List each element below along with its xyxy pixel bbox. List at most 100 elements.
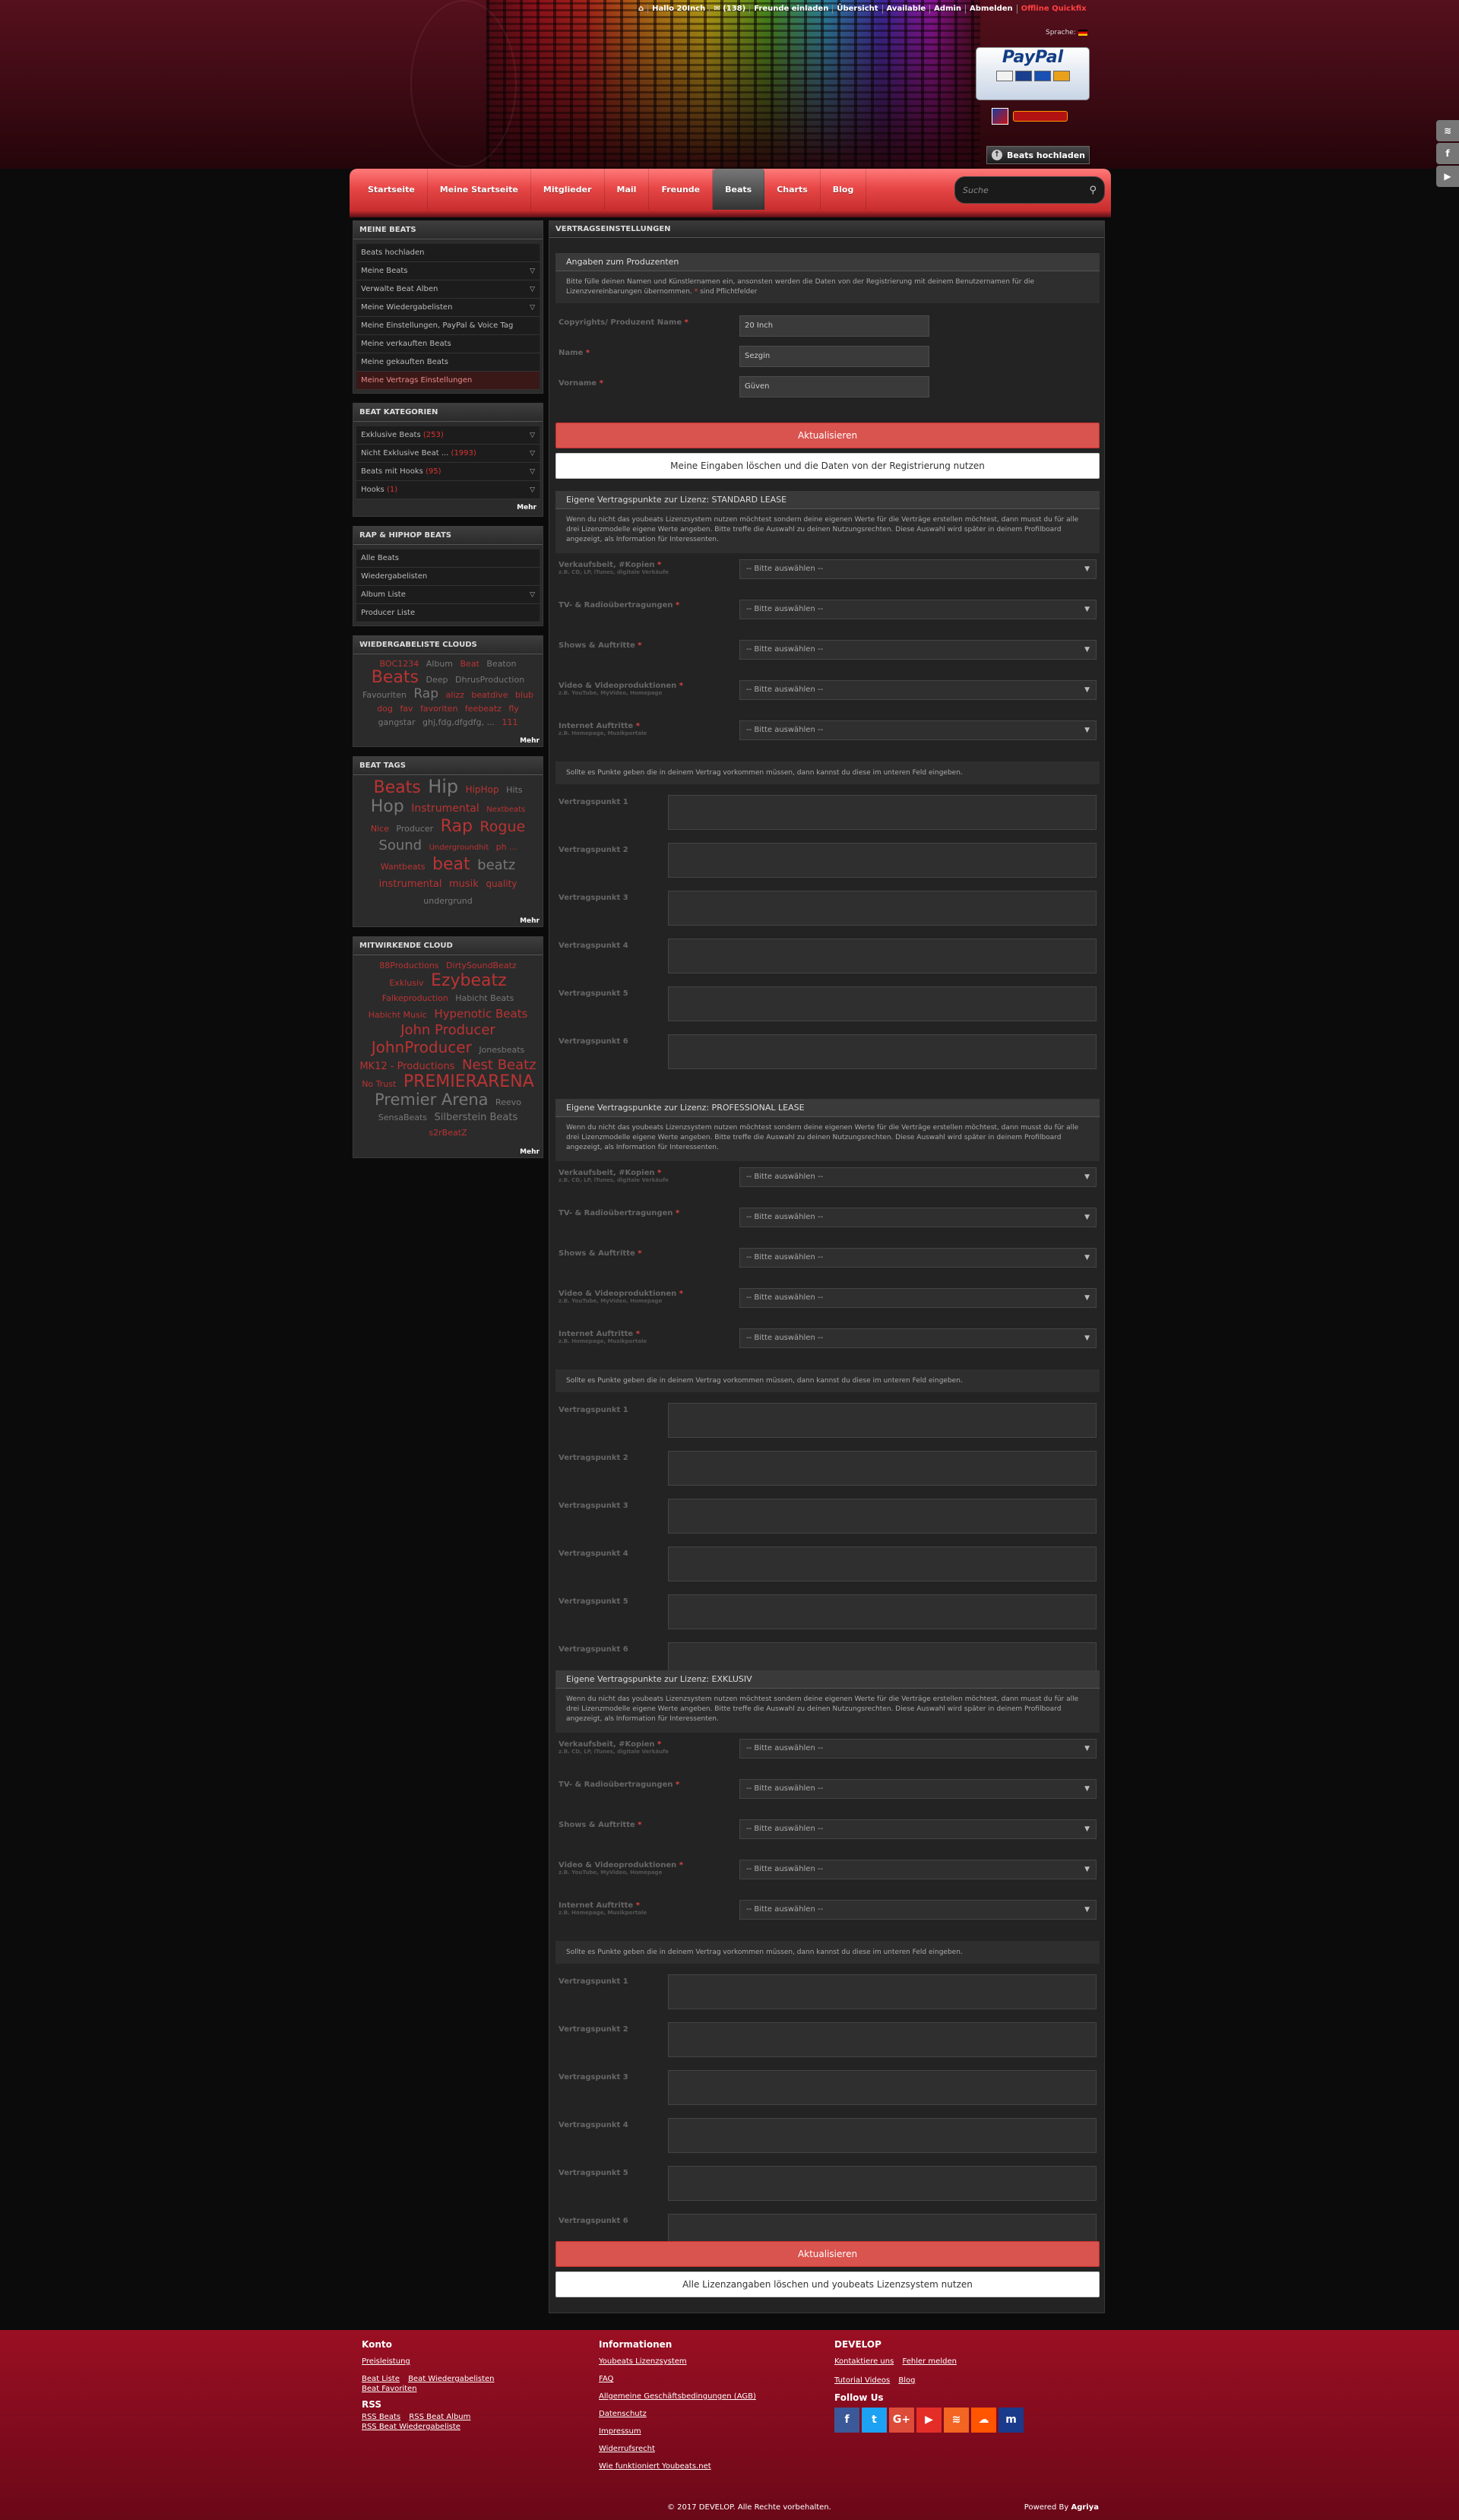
sidebar-item-upload[interactable]: Beats hochladen	[356, 244, 540, 262]
footer-rss-link[interactable]: RSS Beat Wiedergabeliste	[362, 2423, 460, 2431]
license-select[interactable]: -- Bitte auswählen -- ▼	[739, 1328, 1097, 1348]
contract-point-textarea[interactable]	[668, 939, 1097, 973]
search-input[interactable]: Suche ⚲	[954, 176, 1105, 204]
sidebar-item-settings[interactable]: Meine Einstellungen, PayPal & Voice Tag	[356, 317, 540, 335]
tag-word[interactable]: Instrumental	[411, 800, 479, 817]
tag-word[interactable]: Nice	[371, 821, 389, 837]
contract-point-textarea[interactable]	[668, 795, 1097, 830]
rap-album-list[interactable]: Album Liste ▽	[356, 586, 540, 604]
category-exklusive[interactable]: Exklusive Beats (253) ▽	[356, 426, 540, 445]
producer-name-input[interactable]: 20 Inch	[739, 315, 929, 337]
category-nicht-exklusive[interactable]: Nicht Exklusive Beat ... (1993) ▽	[356, 445, 540, 463]
tag-word[interactable]: Beats	[374, 780, 421, 796]
tag-word[interactable]: Sound	[378, 837, 422, 854]
footer-rss-link[interactable]: RSS Beat Album	[409, 2413, 470, 2421]
tag-word[interactable]: ph ...	[496, 839, 517, 856]
footer-link[interactable]: Youbeats Lizenzsystem	[599, 2357, 756, 2366]
cloud-word[interactable]: favoriten	[420, 702, 457, 716]
contract-point-textarea[interactable]	[668, 2022, 1097, 2057]
license-select[interactable]: -- Bitte auswählen -- ▼	[739, 1167, 1097, 1187]
sidebar-item-bought[interactable]: Meine gekauften Beats	[356, 353, 540, 372]
language-selector[interactable]: Sprache:	[1046, 29, 1087, 36]
contrib-word[interactable]: Habicht Music	[369, 1008, 427, 1023]
contract-point-textarea[interactable]	[668, 1403, 1097, 1438]
tag-word[interactable]: Hop	[371, 799, 404, 815]
cloud-word[interactable]: DhrusProduction	[455, 673, 524, 687]
contrib-word[interactable]: Reevo	[495, 1095, 521, 1110]
footer-link[interactable]: Datenschutz	[599, 2410, 756, 2418]
footer-link[interactable]: Beat Wiedergabelisten	[408, 2375, 494, 2383]
category-hooks-beats[interactable]: Beats mit Hooks (95) ▽	[356, 463, 540, 481]
contract-point-textarea[interactable]	[668, 843, 1097, 878]
expand-icon[interactable]: ▽	[530, 463, 535, 481]
cloud-word[interactable]: dog	[377, 702, 393, 716]
contrib-word[interactable]: Silberstein Beats	[435, 1110, 518, 1125]
tags-more-link[interactable]: Mehr	[353, 913, 543, 926]
facebook-side-icon[interactable]: f	[1436, 143, 1459, 164]
expand-icon[interactable]: ▽	[530, 262, 535, 280]
contrib-word[interactable]: SensaBeats	[378, 1110, 427, 1125]
footer-link[interactable]: Kontaktiere uns	[834, 2357, 894, 2366]
contract-point-textarea[interactable]	[668, 1547, 1097, 1581]
expand-icon[interactable]: ▽	[530, 426, 535, 445]
nav-mail[interactable]: Mail	[605, 169, 650, 210]
tag-word[interactable]: beat	[432, 856, 470, 873]
license-select[interactable]: -- Bitte auswählen -- ▼	[739, 1288, 1097, 1308]
contrib-more-link[interactable]: Mehr	[353, 1144, 543, 1157]
rap-producer-list[interactable]: Producer Liste	[356, 604, 540, 622]
cloud-word[interactable]: feebeatz	[465, 702, 502, 716]
tag-word[interactable]: Hits	[506, 782, 522, 799]
footer-link[interactable]: Fehler melden	[903, 2357, 957, 2366]
tag-word[interactable]: Undergroundhit	[429, 840, 489, 856]
contrib-word[interactable]: 88Productions	[379, 958, 438, 973]
tag-word[interactable]: HipHop	[466, 781, 499, 798]
contrib-word[interactable]: Jonesbeats	[479, 1043, 524, 1058]
tag-word[interactable]: musik	[449, 876, 479, 893]
tag-word[interactable]: Rap	[441, 818, 473, 835]
greeting[interactable]: Hallo 20Inch	[648, 5, 711, 14]
myspace-icon[interactable]: m	[999, 2408, 1024, 2433]
sidebar-item-sold[interactable]: Meine verkauften Beats	[356, 335, 540, 353]
footer-link[interactable]: Preisleistung	[362, 2357, 529, 2366]
footer-link[interactable]: FAQ	[599, 2375, 756, 2383]
cloud-word[interactable]: Deep	[426, 673, 448, 687]
cloud-word[interactable]: 111	[502, 716, 517, 730]
expand-icon[interactable]: ▽	[530, 445, 535, 463]
tag-word[interactable]: Hip	[428, 777, 458, 796]
google-plus-icon[interactable]: G+	[889, 2408, 914, 2433]
categories-more-link[interactable]: Mehr	[356, 499, 540, 513]
category-hooks[interactable]: Hooks (1) ▽	[356, 481, 540, 499]
sidebar-item-my-beats[interactable]: Meine Beats ▽	[356, 262, 540, 280]
license-select[interactable]: -- Bitte auswählen -- ▼	[739, 640, 1097, 660]
cloud-word[interactable]: fly	[508, 702, 518, 716]
rap-all-beats[interactable]: Alle Beats	[356, 549, 540, 568]
rss-side-icon[interactable]: ≋	[1436, 120, 1459, 141]
footer-link[interactable]: Allgemeine Geschäftsbedingungen (AGB)	[599, 2392, 756, 2401]
contrib-word[interactable]: Habicht Beats	[455, 991, 514, 1006]
license-select[interactable]: -- Bitte auswählen -- ▼	[739, 720, 1097, 740]
contract-point-textarea[interactable]	[668, 2070, 1097, 2105]
license-select[interactable]: -- Bitte auswählen -- ▼	[739, 1739, 1097, 1759]
contrib-word[interactable]: PREMIERARENA	[404, 1074, 534, 1091]
contract-point-textarea[interactable]	[668, 986, 1097, 1021]
license-select[interactable]: -- Bitte auswählen -- ▼	[739, 1900, 1097, 1920]
contrib-word[interactable]: Ezybeatz	[431, 973, 507, 989]
home-icon[interactable]: ⌂	[635, 5, 649, 14]
nav-charts[interactable]: Charts	[764, 169, 821, 210]
cloud-word[interactable]: Favouriten	[362, 689, 407, 702]
license-select[interactable]: -- Bitte auswählen -- ▼	[739, 1208, 1097, 1227]
update-licenses-button[interactable]: Aktualisieren	[555, 2241, 1100, 2267]
admin-link[interactable]: Admin	[930, 5, 967, 14]
tag-word[interactable]: quality	[486, 875, 517, 892]
contract-point-textarea[interactable]	[668, 1974, 1097, 2009]
contrib-word[interactable]: Nest Beatz	[462, 1058, 536, 1073]
nav-mitglieder[interactable]: Mitglieder	[531, 169, 605, 210]
footer-link[interactable]: Beat Liste	[362, 2375, 400, 2383]
contrib-word[interactable]: John Producer	[400, 1023, 495, 1038]
license-select[interactable]: -- Bitte auswählen -- ▼	[739, 559, 1097, 579]
footer-link[interactable]: Wie funktioniert Youbeats.net	[599, 2462, 756, 2471]
reset-producer-button[interactable]: Meine Eingaben löschen und die Daten von…	[555, 453, 1100, 479]
footer-rss-link[interactable]: RSS Beats	[362, 2413, 400, 2421]
facebook-icon[interactable]: f	[834, 2408, 859, 2433]
sidebar-item-contract-settings[interactable]: Meine Vertrags Einstellungen	[356, 372, 540, 390]
